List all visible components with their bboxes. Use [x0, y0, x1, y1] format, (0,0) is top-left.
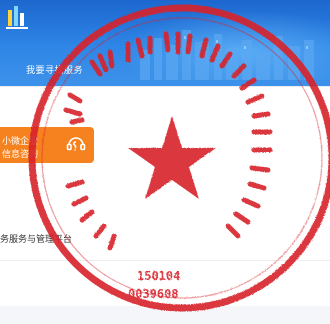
headset-icon: [64, 132, 88, 156]
card-subtitle: 信息咨询: [2, 150, 39, 160]
section-divider: [0, 260, 330, 261]
seal-code-line1: 150104: [137, 269, 180, 283]
seal-code-line2: 0039608: [128, 287, 179, 301]
header-title[interactable]: 我要寻找服务: [26, 63, 83, 76]
consult-card[interactable]: 小微企业 信息咨询: [0, 127, 94, 163]
header-skyline: [120, 10, 330, 80]
logo-icon: [6, 4, 28, 30]
app-header: 我要寻找服务: [0, 0, 330, 86]
header-divider: [0, 86, 330, 87]
card-title: 小微企业: [2, 137, 39, 147]
footer-band: [0, 306, 330, 324]
service-platform-link[interactable]: 务服务与管理平台: [0, 232, 72, 245]
